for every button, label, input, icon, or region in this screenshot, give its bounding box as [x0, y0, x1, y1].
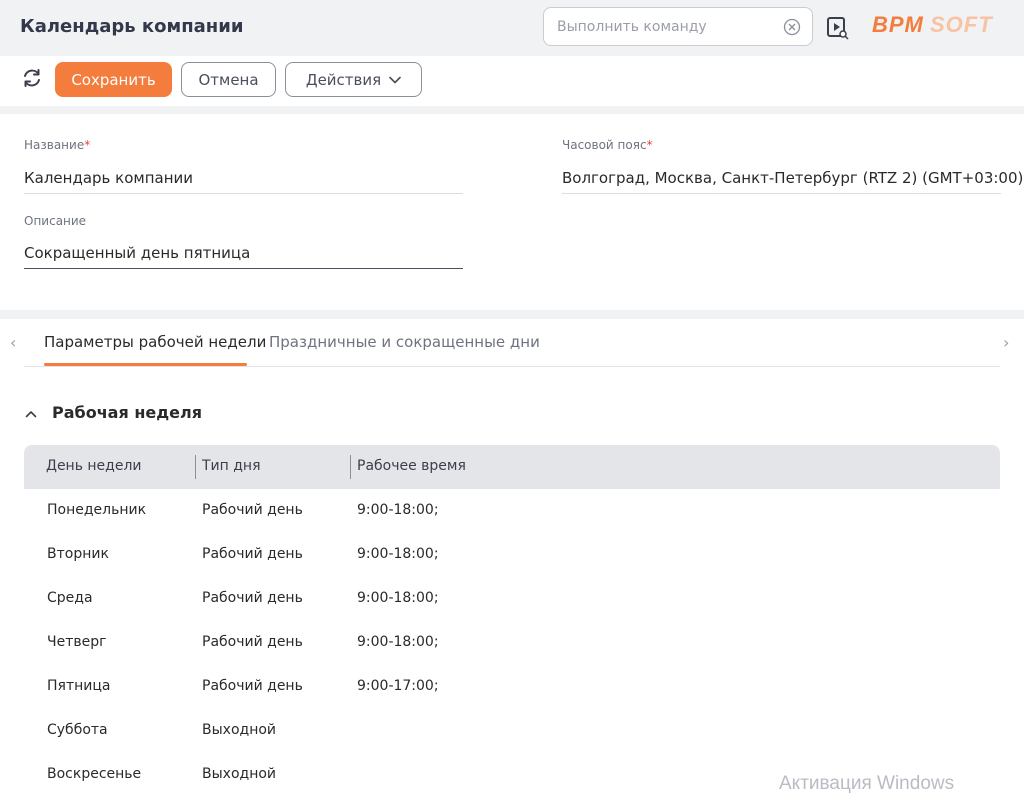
windows-activation-watermark: Активация Windows	[779, 773, 955, 793]
timezone-field[interactable]: Волгоград, Москва, Санкт-Петербург (RTZ …	[562, 169, 1023, 187]
bpmsoft-logo: BPM SOFT	[872, 12, 993, 36]
tab-scroll-right-icon[interactable]: ›	[1003, 333, 1009, 352]
save-button[interactable]: Сохранить	[55, 62, 172, 97]
chevron-down-icon	[389, 76, 401, 83]
cell-day: Пятница	[47, 678, 111, 694]
cell-time: 9:00-17:00;	[357, 678, 439, 694]
tabs-divider	[24, 366, 1000, 367]
actions-label: Действия	[305, 70, 382, 89]
name-field[interactable]: Календарь компании	[24, 169, 193, 187]
clear-icon[interactable]	[783, 18, 801, 36]
chevron-up-icon[interactable]	[24, 407, 38, 421]
cancel-button[interactable]: Отмена	[181, 62, 276, 97]
cell-type: Выходной	[202, 722, 277, 738]
description-field[interactable]: Сокращенный день пятница	[24, 244, 250, 262]
command-input-placeholder: Выполнить команду	[557, 19, 707, 35]
command-input[interactable]: Выполнить команду	[543, 7, 813, 46]
svg-text:BPM: BPM	[872, 12, 924, 36]
tab-holidays[interactable]: Праздничные и сокращенные дни	[269, 333, 540, 351]
cell-day: Суббота	[47, 722, 108, 738]
cell-type: Рабочий день	[202, 546, 303, 562]
page-title: Календарь компании	[20, 16, 244, 37]
refresh-icon[interactable]	[21, 67, 43, 89]
cell-type: Рабочий день	[202, 678, 303, 694]
cell-type: Рабочий день	[202, 634, 303, 650]
column-header-time[interactable]: Рабочее время	[357, 458, 466, 474]
cell-day: Воскресенье	[47, 766, 142, 782]
column-divider[interactable]	[195, 455, 196, 479]
top-header: Календарь компании Выполнить команду BPM…	[0, 0, 1024, 56]
name-field-label: Название*	[24, 138, 91, 152]
cell-type: Рабочий день	[202, 502, 303, 518]
tab-work-week[interactable]: Параметры рабочей недели	[44, 333, 266, 351]
group-title[interactable]: Рабочая неделя	[52, 403, 202, 422]
column-header-day[interactable]: День недели	[46, 458, 142, 474]
required-mark: *	[646, 138, 653, 152]
table-row[interactable]: Понедельник Рабочий день 9:00-18:00;	[24, 489, 1000, 533]
action-toolbar: Сохранить Отмена Действия	[0, 56, 1024, 106]
cell-type: Рабочий день	[202, 590, 303, 606]
actions-dropdown-button[interactable]: Действия	[285, 62, 422, 97]
cell-day: Среда	[47, 590, 93, 606]
required-mark: *	[84, 138, 91, 152]
column-header-type[interactable]: Тип дня	[202, 458, 261, 474]
tab-scroll-left-icon[interactable]: ‹	[10, 333, 16, 352]
table-row[interactable]: Суббота Выходной	[24, 709, 1000, 753]
cell-day: Вторник	[47, 546, 109, 562]
cell-time: 9:00-18:00;	[357, 634, 439, 650]
svg-text:SOFT: SOFT	[930, 12, 993, 36]
column-divider[interactable]	[350, 455, 351, 479]
description-field-label: Описание	[24, 214, 87, 228]
timezone-field-label: Часовой пояс*	[562, 138, 653, 152]
process-play-icon[interactable]	[826, 16, 850, 40]
cell-day: Понедельник	[47, 502, 147, 518]
description-field-underline	[24, 268, 463, 269]
table-row[interactable]: Вторник Рабочий день 9:00-18:00;	[24, 533, 1000, 577]
cell-time: 9:00-18:00;	[357, 546, 439, 562]
cell-type: Выходной	[202, 766, 277, 782]
cell-time: 9:00-18:00;	[357, 590, 439, 606]
cell-time: 9:00-18:00;	[357, 502, 439, 518]
table-row[interactable]: Четверг Рабочий день 9:00-18:00;	[24, 621, 1000, 665]
table-row[interactable]: Среда Рабочий день 9:00-18:00;	[24, 577, 1000, 621]
calendar-form: Название* Календарь компании Часовой поя…	[0, 114, 1024, 310]
name-field-underline	[24, 193, 463, 194]
tabs-panel: ‹ Параметры рабочей недели Праздничные и…	[0, 319, 1024, 793]
table-header: День недели Тип дня Рабочее время	[24, 445, 1000, 489]
cell-day: Четверг	[47, 634, 107, 650]
table-row[interactable]: Пятница Рабочий день 9:00-17:00;	[24, 665, 1000, 709]
timezone-field-underline	[562, 193, 1001, 194]
